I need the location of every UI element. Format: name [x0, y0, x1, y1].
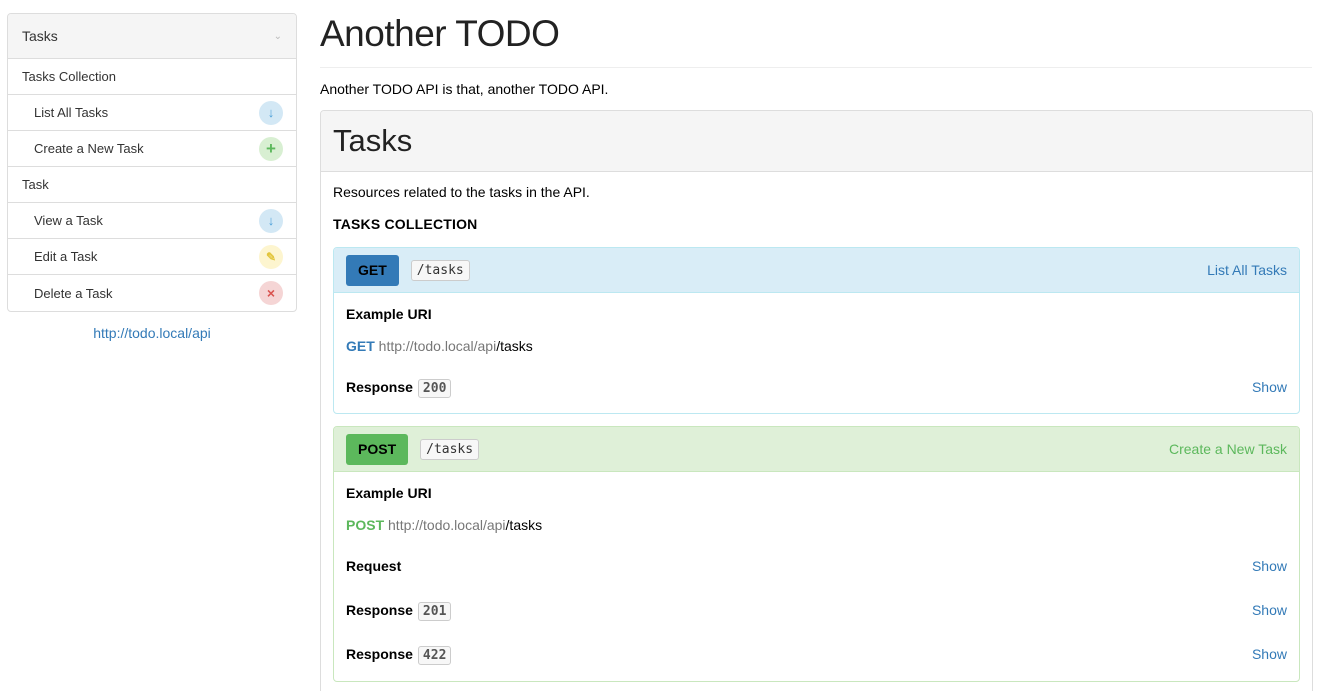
example-uri-label: Example URI — [346, 306, 432, 322]
resource-title: TASKS COLLECTION — [333, 216, 478, 232]
method-badge: POST — [346, 433, 409, 465]
pencil-icon: ✎ — [259, 244, 283, 269]
row-label: Response 200 — [346, 378, 452, 398]
row-label-text: Response — [346, 645, 413, 662]
action-panel-post: POST /tasks Create a New Task Example UR… — [333, 426, 1300, 682]
example-path: /tasks — [505, 517, 543, 533]
action-name[interactable]: List All Tasks — [1207, 262, 1287, 278]
example-uri-label: Example URI — [346, 485, 432, 501]
example-uri: GET http://todo.local/api/tasks — [346, 338, 1287, 354]
sidebar-item-label: Delete a Task — [34, 285, 113, 301]
action-name[interactable]: Create a New Task — [1169, 441, 1287, 457]
nav-heading-label: Tasks — [22, 28, 58, 44]
sidebar-item-label: Create a New Task — [34, 141, 144, 156]
main-content: Another TODO Another TODO API is that, a… — [320, 0, 1313, 691]
group-title: Tasks — [333, 123, 413, 158]
action-heading: GET /tasks List All Tasks — [334, 248, 1299, 293]
response-row: Response 201 Show — [346, 588, 1287, 632]
action-heading: POST /tasks Create a New Task — [334, 427, 1299, 472]
page-title: Another TODO — [320, 15, 1312, 68]
group-heading: Tasks — [321, 111, 1312, 172]
request-row: Request Show — [346, 544, 1287, 588]
nav-group-label: Task — [22, 177, 49, 192]
method-badge: GET — [346, 254, 399, 286]
nav-group-task[interactable]: Task — [8, 167, 296, 203]
api-host-link[interactable]: http://todo.local/api — [7, 325, 297, 341]
api-description: Another TODO API is that, another TODO A… — [320, 81, 609, 97]
status-code-badge: 201 — [417, 601, 452, 621]
sidebar-item-label: List All Tasks — [34, 105, 109, 120]
chevron-down-icon: ⌄ — [273, 30, 282, 42]
row-label-text: Response — [346, 601, 413, 618]
sidebar-item-delete-task[interactable]: Delete a Task × — [8, 275, 296, 311]
nav-group-tasks-collection[interactable]: Tasks Collection — [8, 59, 296, 95]
response-row: Response 422 Show — [346, 632, 1287, 676]
example-host: http://todo.local/api — [388, 517, 506, 533]
example-path: /tasks — [496, 338, 533, 354]
action-body: Example URI GET http://todo.local/api/ta… — [334, 306, 1299, 409]
example-method: POST — [346, 517, 385, 533]
sidebar-item-label: View a Task — [34, 213, 103, 228]
nav-heading-tasks[interactable]: Tasks ⌄ — [8, 14, 296, 59]
nav-panel: Tasks ⌄ Tasks Collection List All Tasks … — [7, 13, 297, 312]
show-link[interactable]: Show — [1252, 558, 1287, 574]
arrow-down-icon: ↓ — [259, 208, 283, 233]
action-panel-get: GET /tasks List All Tasks Example URI GE… — [333, 247, 1300, 414]
show-link[interactable]: Show — [1252, 646, 1287, 662]
action-uri: /tasks — [410, 259, 470, 281]
action-body: Example URI POST http://todo.local/api/t… — [334, 485, 1299, 676]
sidebar-item-view-task[interactable]: View a Task ↓ — [8, 203, 296, 239]
example-uri: POST http://todo.local/api/tasks — [346, 517, 1287, 533]
row-label: Request — [346, 558, 402, 574]
sidebar-item-label: Edit a Task — [34, 249, 98, 264]
row-label-text: Response — [346, 378, 413, 395]
x-icon: × — [259, 281, 283, 305]
example-method: GET — [346, 338, 375, 354]
resource-group-panel: Tasks Resources related to the tasks in … — [320, 110, 1313, 691]
plus-icon: + — [259, 136, 283, 161]
row-label: Response 422 — [346, 645, 452, 665]
action-uri: /tasks — [420, 438, 480, 460]
status-code-badge: 422 — [417, 645, 452, 665]
group-description: Resources related to the tasks in the AP… — [333, 184, 590, 200]
example-host: http://todo.local/api — [378, 338, 497, 354]
arrow-down-icon: ↓ — [259, 100, 283, 125]
response-row: Response 200 Show — [346, 365, 1287, 409]
status-code-badge: 200 — [417, 378, 452, 398]
show-link[interactable]: Show — [1252, 379, 1287, 395]
sidebar-item-list-all-tasks[interactable]: List All Tasks ↓ — [8, 95, 296, 131]
nav-group-label: Tasks Collection — [22, 69, 116, 84]
sidebar-item-create-task[interactable]: Create a New Task + — [8, 131, 296, 167]
show-link[interactable]: Show — [1252, 602, 1287, 618]
sidebar-item-edit-task[interactable]: Edit a Task ✎ — [8, 239, 296, 275]
row-label: Response 201 — [346, 601, 452, 621]
sidebar: Tasks ⌄ Tasks Collection List All Tasks … — [7, 13, 297, 341]
